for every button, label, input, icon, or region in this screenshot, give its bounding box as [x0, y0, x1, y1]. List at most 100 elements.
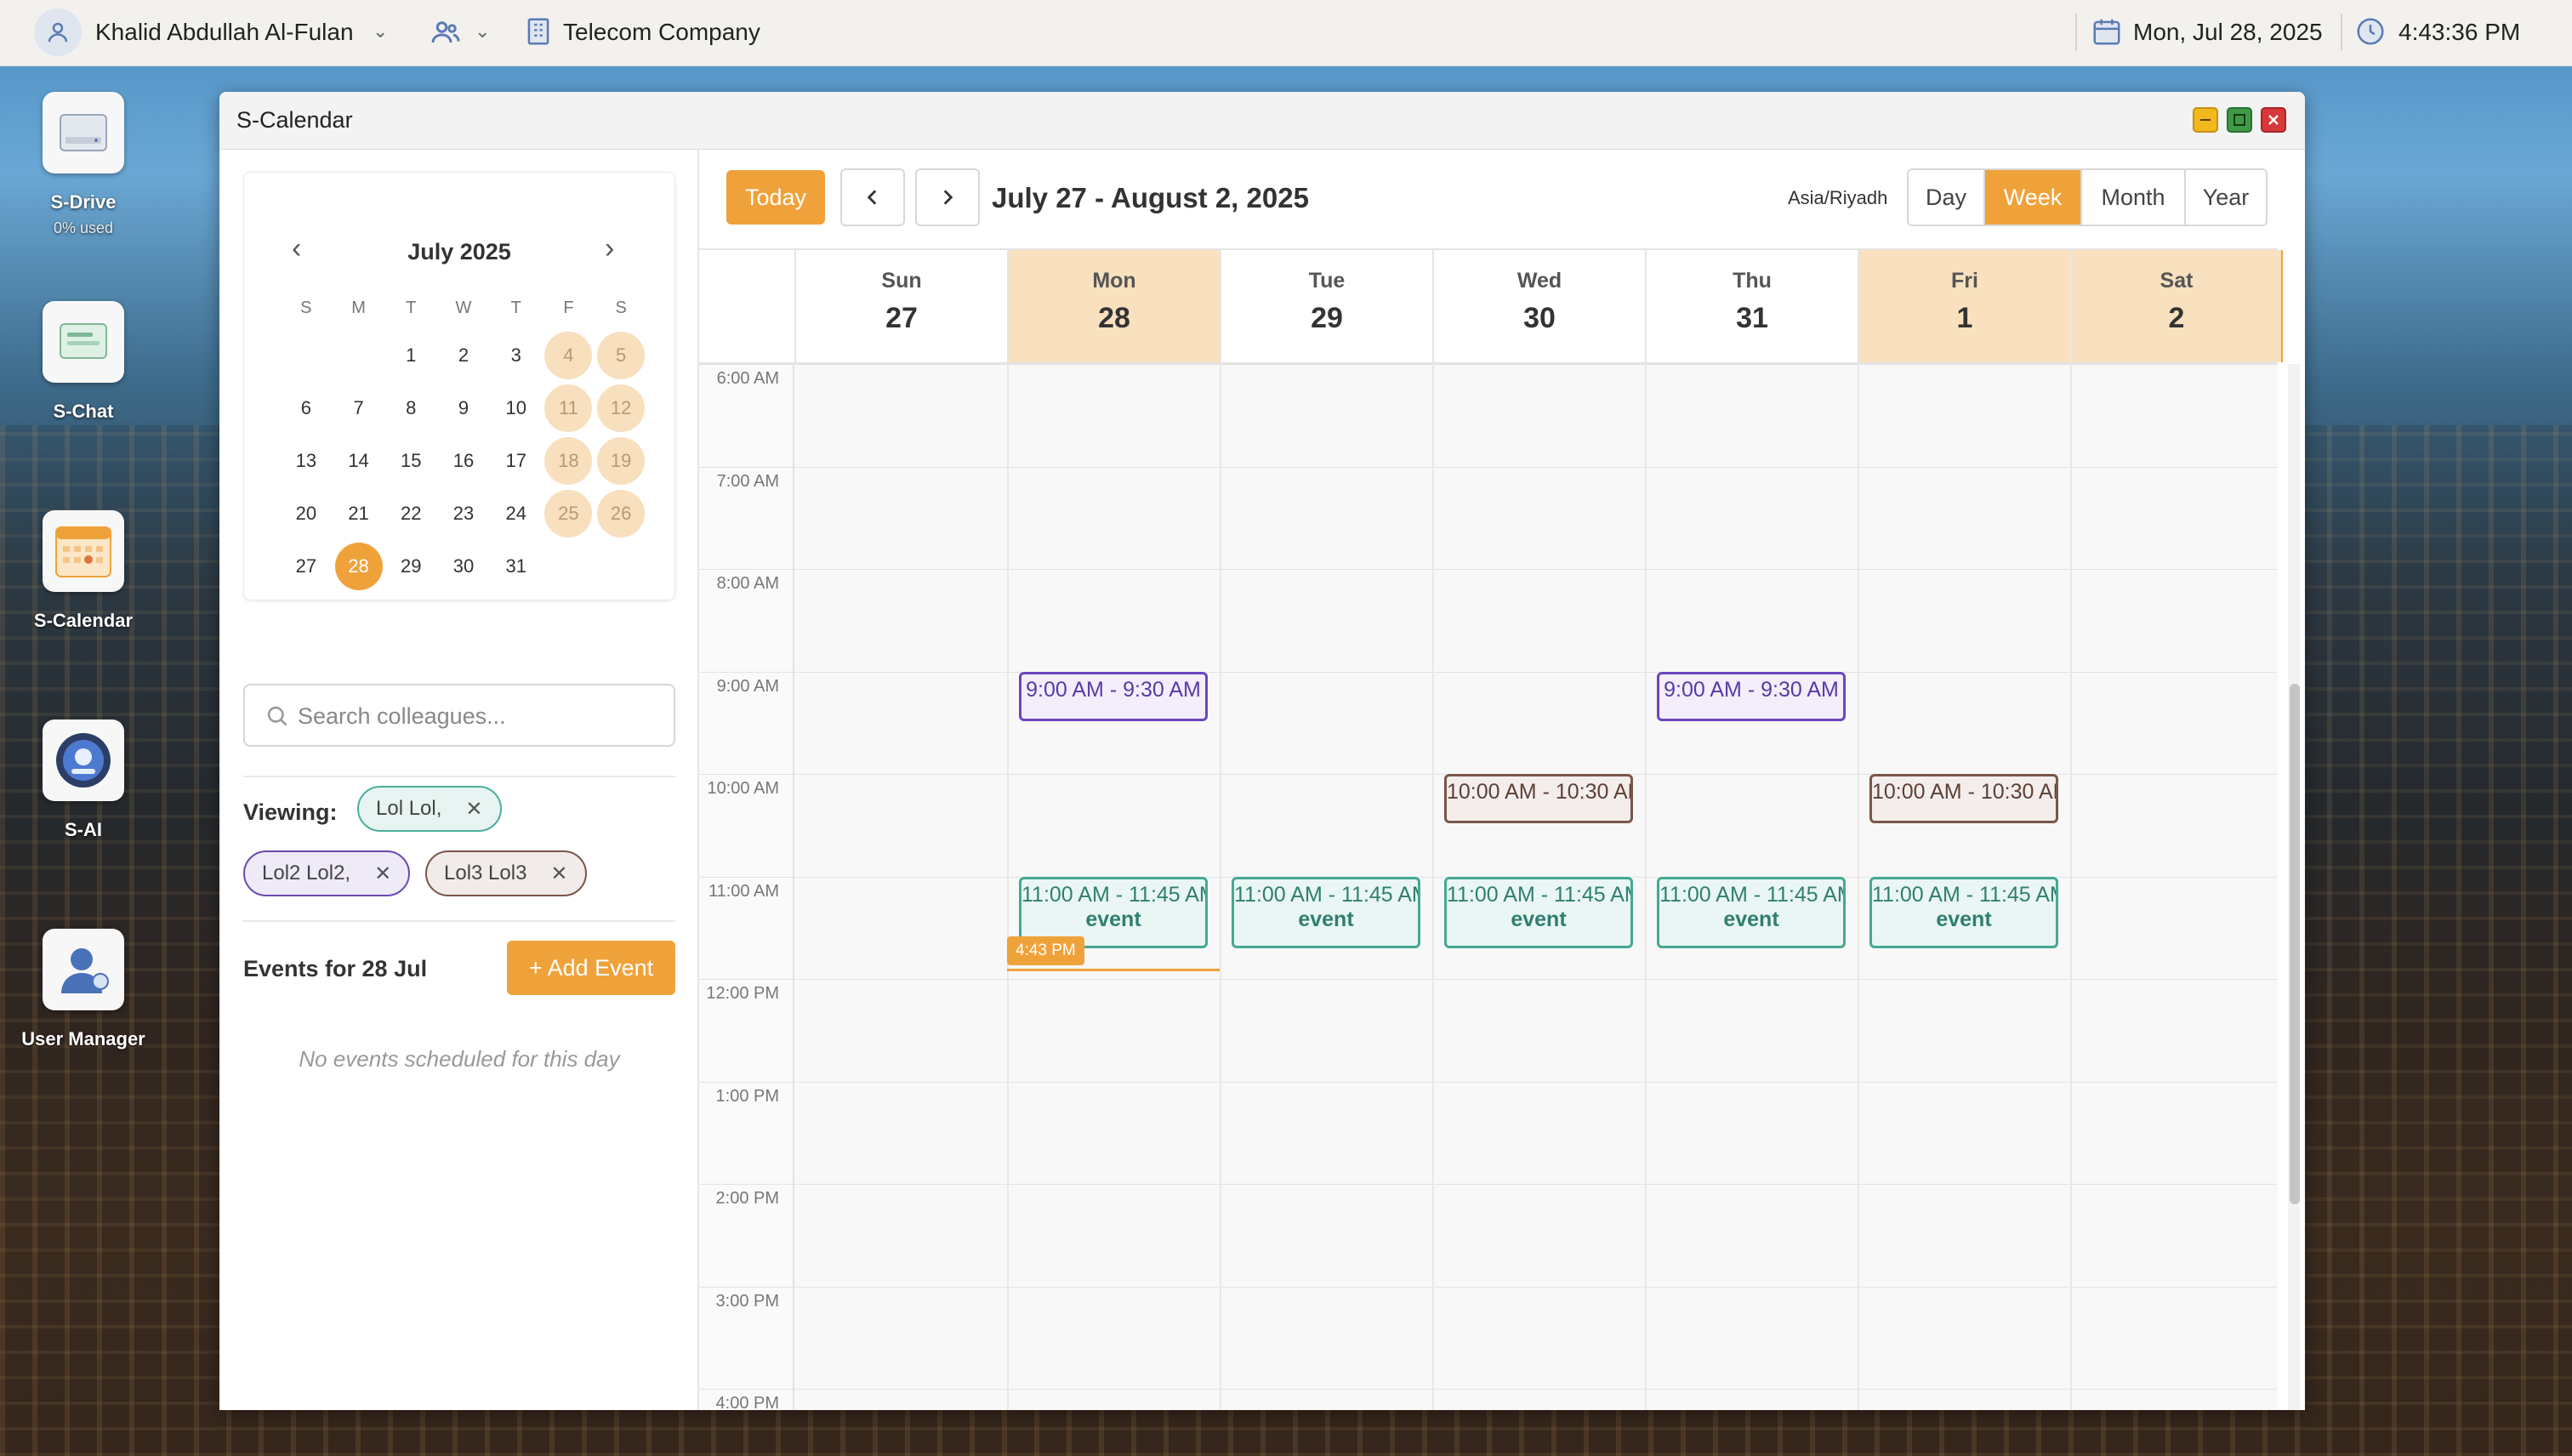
next-month-button[interactable]: ›	[605, 232, 614, 265]
mini-calendar-day[interactable]: 19	[595, 436, 647, 486]
scrollbar-thumb[interactable]	[2290, 684, 2300, 1204]
mini-calendar-day[interactable]: 5	[595, 331, 647, 380]
mini-calendar-day[interactable]: 8	[384, 384, 437, 433]
desktop-app-s-drive[interactable]: S-Drive 0% used	[17, 92, 150, 237]
calendar-event[interactable]: 11:00 AM - 11:45 AM event	[1232, 877, 1420, 948]
users-group-icon[interactable]	[430, 17, 461, 52]
chevron-down-icon[interactable]: ⌄	[475, 20, 490, 43]
day-number: 11	[544, 384, 593, 432]
day-header-mon[interactable]: Mon 28	[1007, 250, 1220, 362]
day-column-line	[1432, 364, 1434, 1410]
mini-calendar-day[interactable]: 17	[490, 436, 543, 486]
app-label: S-Calendar	[33, 610, 134, 631]
day-number: 14	[348, 450, 369, 471]
mini-calendar-day[interactable]: 30	[437, 542, 490, 591]
desktop-app-s-chat[interactable]: S-Chat	[17, 301, 150, 425]
day-header-tue[interactable]: Tue 29	[1220, 250, 1432, 362]
day-header-sun[interactable]: Sun 27	[794, 250, 1007, 362]
weekday-headers: SMTWTFS	[280, 299, 647, 318]
close-button[interactable]	[2261, 107, 2286, 133]
mini-calendar-day[interactable]: 31	[490, 542, 543, 591]
search-colleagues[interactable]	[243, 684, 675, 747]
user-avatar-icon[interactable]	[34, 9, 82, 56]
calendar-event[interactable]: 10:00 AM - 10:30 AM	[1444, 774, 1633, 823]
mini-calendar-day[interactable]: 15	[384, 436, 437, 486]
search-input[interactable]	[298, 697, 655, 735]
event-title: event	[1723, 907, 1779, 931]
mini-calendar-day[interactable]: 2	[437, 331, 490, 380]
day-number: 23	[452, 503, 475, 524]
app-label: S-Chat	[53, 401, 114, 422]
desktop-app-s-ai[interactable]: S-AI	[17, 719, 150, 844]
remove-chip-icon[interactable]: ✕	[550, 862, 567, 886]
calendar-event[interactable]: 9:00 AM - 9:30 AM	[1019, 672, 1208, 721]
weekday-header: S	[300, 299, 312, 317]
mini-calendar-day[interactable]: 12	[595, 384, 647, 433]
mini-calendar-day[interactable]: 23	[437, 489, 490, 538]
view-year-button[interactable]: Year	[2186, 170, 2266, 225]
day-column-line	[1007, 364, 1009, 1410]
mini-calendar-day[interactable]: 24	[490, 489, 543, 538]
mini-calendar-day[interactable]: 13	[280, 436, 333, 486]
mini-calendar-day[interactable]: 1	[384, 331, 437, 380]
day-header-wed[interactable]: Wed 30	[1432, 250, 1645, 362]
day-number	[282, 332, 330, 379]
mini-calendar-day[interactable]: 3	[490, 331, 543, 380]
calendar-icon	[2091, 15, 2123, 52]
calendar-event[interactable]: 9:00 AM - 9:30 AM	[1657, 672, 1846, 721]
day-column-line	[1645, 364, 1647, 1410]
calendar-event[interactable]: 11:00 AM - 11:45 AM event	[1444, 877, 1633, 948]
mini-calendar-day[interactable]: 22	[384, 489, 437, 538]
day-date: 2	[2168, 302, 2185, 334]
mini-calendar-day[interactable]: 18	[543, 436, 595, 486]
mini-calendar-day[interactable]: 21	[333, 489, 385, 538]
calendar-event[interactable]: 10:00 AM - 10:30 AM	[1869, 774, 2058, 823]
hour-label: 10:00 AM	[707, 779, 779, 798]
mini-calendar-day[interactable]: 26	[595, 489, 647, 538]
desktop-app-s-calendar[interactable]: S-Calendar	[17, 510, 150, 634]
add-event-button[interactable]: + Add Event	[507, 941, 675, 995]
minimize-button[interactable]	[2193, 107, 2218, 133]
day-header-fri[interactable]: Fri 1	[1858, 250, 2070, 362]
desktop-app-user-manager[interactable]: User Manager	[17, 929, 150, 1053]
mini-calendar-day[interactable]: 7	[333, 384, 385, 433]
window-titlebar[interactable]: S-Calendar	[219, 92, 2305, 150]
mini-calendar-day[interactable]: 16	[437, 436, 490, 486]
current-date: Mon, Jul 28, 2025	[2133, 19, 2323, 45]
user-name[interactable]: Khalid Abdullah Al-Fulan	[95, 19, 354, 46]
next-week-button[interactable]	[915, 168, 980, 226]
chevron-down-icon[interactable]: ⌄	[373, 20, 388, 43]
mini-calendar-day[interactable]: 11	[543, 384, 595, 433]
today-button[interactable]: Today	[726, 170, 825, 225]
maximize-button[interactable]	[2227, 107, 2252, 133]
mini-calendar-day[interactable]: 29	[384, 542, 437, 591]
mini-calendar-day[interactable]: 25	[543, 489, 595, 538]
prev-week-button[interactable]	[840, 168, 905, 226]
mini-calendar-day[interactable]: 6	[280, 384, 333, 433]
mini-calendar-day[interactable]: 10	[490, 384, 543, 433]
day-header-thu[interactable]: Thu 31	[1645, 250, 1858, 362]
view-day-button[interactable]: Day	[1909, 170, 1985, 225]
colleague-chip[interactable]: Lol3 Lol3 ✕	[425, 850, 587, 896]
mini-calendar-days: 1 2 3 4 5 6 7 8 9 10 11 12 13 14 15 16 17 18 19 20 21 22 23 24 2…	[280, 331, 647, 591]
mini-calendar-day[interactable]: 28	[333, 542, 385, 591]
event-title: event	[1936, 907, 1992, 931]
mini-calendar-day[interactable]: 4	[543, 331, 595, 380]
calendar-event[interactable]: 11:00 AM - 11:45 AM event	[1869, 877, 2058, 948]
scrollbar[interactable]	[2288, 364, 2300, 1410]
remove-chip-icon[interactable]: ✕	[374, 862, 391, 886]
mini-calendar-day[interactable]: 14	[333, 436, 385, 486]
app-label: User Manager	[21, 1028, 145, 1049]
day-header-sat[interactable]: Sat 2	[2070, 250, 2283, 362]
remove-chip-icon[interactable]: ✕	[465, 797, 482, 822]
calendar-event[interactable]: 11:00 AM - 11:45 AM event	[1657, 877, 1846, 948]
timezone-label[interactable]: Asia/Riyadh	[1788, 187, 1887, 209]
day-column-line	[2070, 364, 2072, 1410]
colleague-chip[interactable]: Lol Lol, ✕	[357, 786, 502, 832]
view-week-button[interactable]: Week	[1985, 170, 2082, 225]
view-month-button[interactable]: Month	[2082, 170, 2186, 225]
colleague-chip[interactable]: Lol2 Lol2, ✕	[243, 850, 411, 896]
mini-calendar-day[interactable]: 9	[437, 384, 490, 433]
mini-calendar-day[interactable]: 27	[280, 542, 333, 591]
mini-calendar-day[interactable]: 20	[280, 489, 333, 538]
